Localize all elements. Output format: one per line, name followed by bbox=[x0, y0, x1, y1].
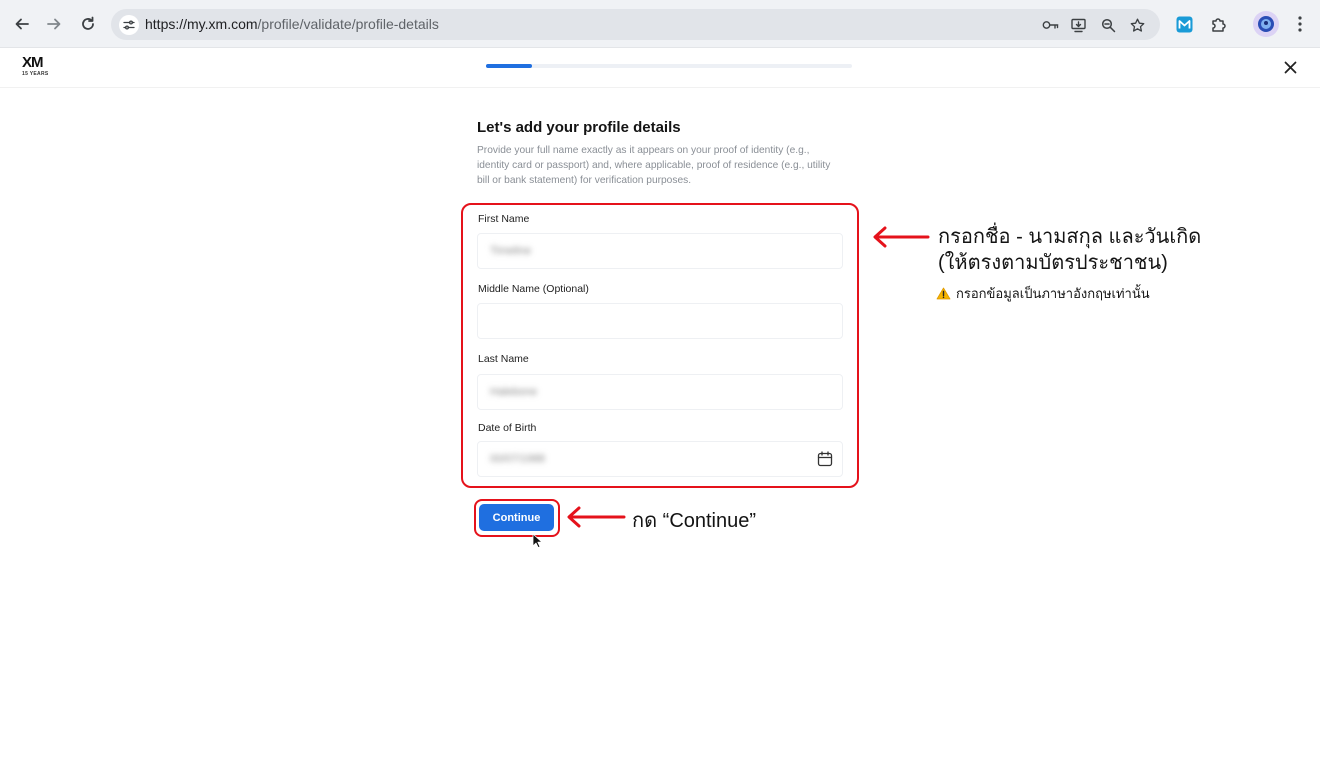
reload-icon[interactable] bbox=[76, 12, 100, 36]
password-key-icon[interactable] bbox=[1041, 16, 1059, 34]
annotation-arrow-continue-icon bbox=[567, 506, 626, 528]
warning-icon bbox=[936, 287, 951, 300]
continue-button[interactable]: Continue bbox=[479, 504, 554, 531]
step-progress-bar bbox=[486, 64, 852, 68]
bookmark-star-icon[interactable] bbox=[1128, 16, 1146, 34]
url-text: https://my.xm.com/profile/validate/profi… bbox=[145, 16, 439, 32]
mouse-cursor-icon bbox=[532, 533, 543, 548]
profile-avatar[interactable] bbox=[1253, 11, 1279, 37]
annotation-warning-text: กรอกข้อมูลเป็นภาษาอังกฤษเท่านั้น bbox=[956, 286, 1150, 301]
forward-icon[interactable] bbox=[42, 12, 66, 36]
url-host: https://my.xm.com bbox=[145, 16, 258, 32]
browser-toolbar: https://my.xm.com/profile/validate/profi… bbox=[0, 0, 1320, 48]
browser-menu-icon[interactable] bbox=[1289, 13, 1311, 35]
extensions-puzzle-icon[interactable] bbox=[1207, 13, 1229, 35]
xm-logo: XM 15 YEARS bbox=[22, 54, 56, 78]
extension-m-icon[interactable] bbox=[1173, 13, 1195, 35]
url-path: /profile/validate/profile-details bbox=[257, 16, 439, 32]
annotation-line-2: (ให้ตรงตามบัตรประชาชน) bbox=[938, 252, 1168, 274]
annotation-fill-instructions: กรอกชื่อ - นามสกุล และวันเกิด (ให้ตรงตาม… bbox=[938, 224, 1201, 276]
step-progress-fill bbox=[486, 64, 532, 68]
annotation-arrow-fields-icon bbox=[873, 226, 930, 248]
fields-highlight-box bbox=[461, 203, 859, 488]
install-app-icon[interactable] bbox=[1070, 16, 1088, 34]
form-title: Let's add your profile details bbox=[477, 119, 681, 136]
annotation-line-1: กรอกชื่อ - นามสกุล และวันเกิด bbox=[938, 226, 1202, 248]
address-bar[interactable]: https://my.xm.com/profile/validate/profi… bbox=[111, 9, 1160, 40]
close-icon[interactable] bbox=[1281, 58, 1299, 76]
site-settings-icon[interactable] bbox=[119, 15, 139, 35]
page-header: XM 15 YEARS bbox=[0, 48, 1320, 88]
annotation-warning: กรอกข้อมูลเป็นภาษาอังกฤษเท่านั้น bbox=[936, 283, 1150, 304]
back-icon[interactable] bbox=[10, 12, 34, 36]
continue-highlight-box: Continue bbox=[474, 499, 560, 537]
logo-subtext: 15 YEARS bbox=[22, 71, 49, 77]
zoom-icon[interactable] bbox=[1099, 16, 1117, 34]
form-description: Provide your full name exactly as it app… bbox=[477, 145, 831, 186]
annotation-press-continue: กด “Continue” bbox=[632, 510, 757, 532]
logo-text: XM bbox=[22, 54, 44, 71]
